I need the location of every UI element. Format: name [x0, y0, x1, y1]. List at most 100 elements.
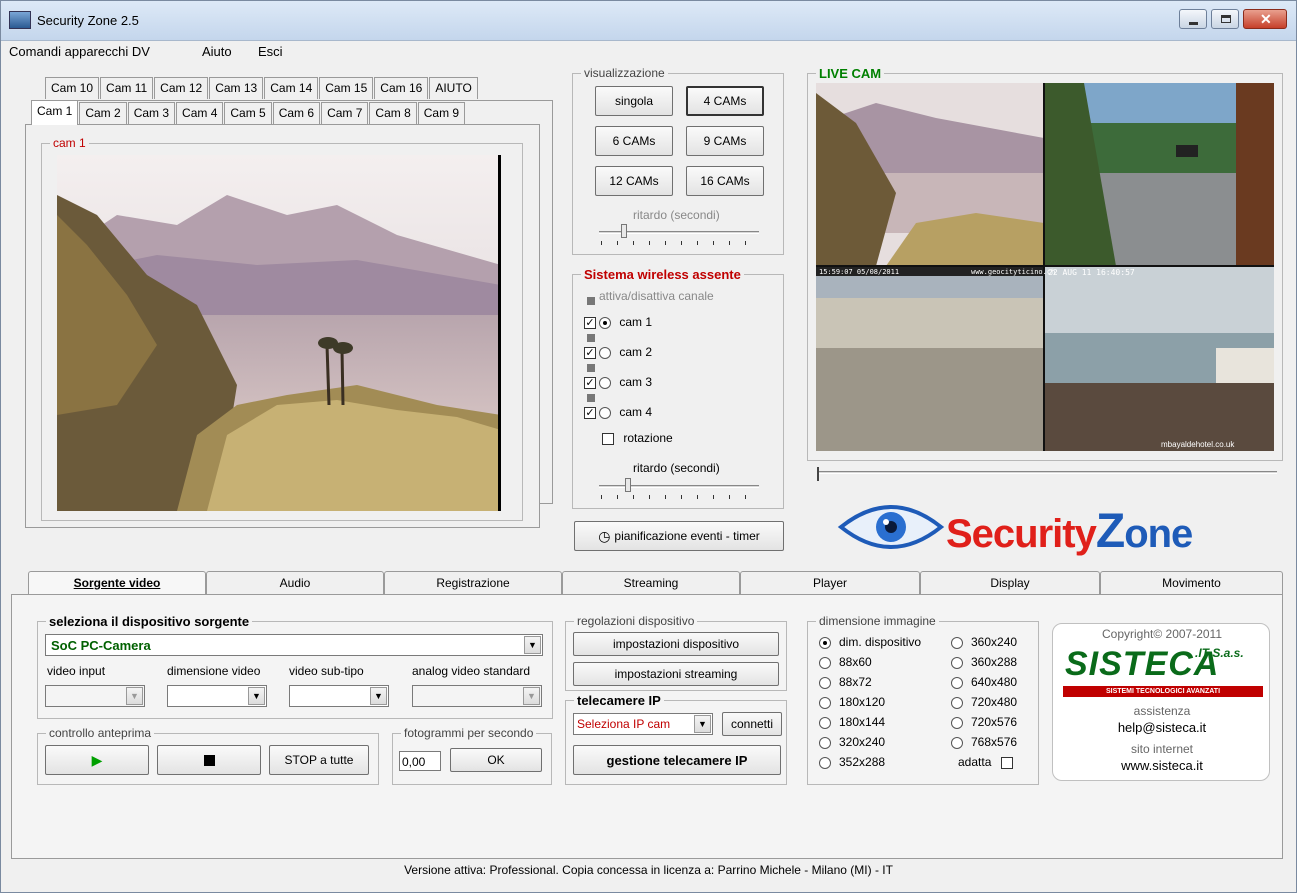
tab-cam-13[interactable]: Cam 13 [209, 77, 264, 99]
size-radio-360x240[interactable] [951, 636, 963, 649]
tab-cam-12[interactable]: Cam 12 [154, 77, 209, 99]
size-option-640x480[interactable]: 640x480 [951, 675, 1017, 689]
cam-1-radio[interactable] [599, 316, 612, 329]
tab-cam-5[interactable]: Cam 5 [224, 102, 272, 124]
cam-4-enable-checkbox[interactable]: ✓ [584, 406, 596, 419]
tab-recording[interactable]: Registrazione [384, 571, 562, 595]
live-cam-grid[interactable]: 15:59:07 05/08/2011 www.geocityticino.ch… [816, 83, 1274, 451]
tab-cam-2[interactable]: Cam 2 [79, 102, 127, 124]
close-button[interactable]: ✕ [1243, 9, 1287, 29]
size-radio-88x60[interactable] [819, 656, 831, 669]
cam-1-enable-checkbox[interactable]: ✓ [584, 316, 596, 329]
menu-help[interactable]: Aiuto [202, 44, 232, 59]
size-option-352x288[interactable]: 352x288 [819, 755, 885, 769]
live-cam-slider[interactable] [817, 471, 1277, 474]
size-option-88x72[interactable]: 88x72 [819, 675, 872, 689]
menu-exit[interactable]: Esci [258, 44, 283, 59]
tab-aiuto[interactable]: AIUTO [429, 77, 478, 99]
manage-ip-cameras-button[interactable]: gestione telecamere IP [573, 745, 781, 775]
play-button[interactable]: ▶ [45, 745, 149, 775]
size-option-320x240[interactable]: 320x240 [819, 735, 885, 749]
size-option-180x120[interactable]: 180x120 [819, 695, 885, 709]
size-radio-768x576[interactable] [951, 736, 963, 749]
size-option-88x60[interactable]: 88x60 [819, 655, 872, 669]
tab-cam-10[interactable]: Cam 10 [45, 77, 100, 99]
rotation-checkbox[interactable] [602, 432, 614, 445]
view-4-cams-button[interactable]: 4 CAMs [686, 86, 764, 116]
fps-input[interactable]: 0,00 [399, 751, 441, 771]
cam-1-video[interactable] [57, 155, 501, 511]
wireless-cam-3[interactable]: ✓ cam 3 [584, 375, 652, 389]
size-option-180x144[interactable]: 180x144 [819, 715, 885, 729]
tab-cam-3[interactable]: Cam 3 [127, 102, 176, 124]
tab-video-source[interactable]: Sorgente video [28, 571, 206, 595]
view-16-cams-button[interactable]: 16 CAMs [686, 166, 764, 196]
menu-dv-commands[interactable]: Comandi apparecchi DV [9, 44, 150, 59]
cam-4-radio[interactable] [599, 406, 612, 419]
size-radio-320x240[interactable] [819, 736, 831, 749]
connect-button[interactable]: connetti [722, 712, 782, 736]
tab-cam-8[interactable]: Cam 8 [369, 102, 417, 124]
ip-cam-select[interactable]: Seleziona IP cam ▼ [573, 713, 713, 735]
size-option-360x288[interactable]: 360x288 [951, 655, 1017, 669]
analog-standard-select[interactable]: ▼ [412, 685, 542, 707]
tab-cam-7[interactable]: Cam 7 [321, 102, 369, 124]
wireless-cam-1[interactable]: ✓ cam 1 [584, 315, 652, 329]
size-radio-720x576[interactable] [951, 716, 963, 729]
wireless-delay-thumb[interactable] [625, 478, 631, 492]
size-radio-88x72[interactable] [819, 676, 831, 689]
tab-cam-9[interactable]: Cam 9 [417, 102, 466, 124]
video-subtype-select[interactable]: ▼ [289, 685, 389, 707]
size-option-768x576[interactable]: 768x576 [951, 735, 1017, 749]
website-link[interactable]: www.sisteca.it [1053, 758, 1271, 773]
tab-cam-15[interactable]: Cam 15 [319, 77, 374, 99]
size-radio-180x120[interactable] [819, 696, 831, 709]
wireless-delay-slider[interactable] [599, 485, 759, 488]
size-radio-180x144[interactable] [819, 716, 831, 729]
chevron-down-icon[interactable]: ▼ [524, 636, 541, 654]
tab-display[interactable]: Display [920, 571, 1100, 595]
maximize-button[interactable] [1211, 9, 1239, 29]
tab-cam-6[interactable]: Cam 6 [272, 102, 321, 124]
device-settings-button[interactable]: impostazioni dispositivo [573, 632, 779, 656]
size-radio-360x288[interactable] [951, 656, 963, 669]
tab-audio[interactable]: Audio [206, 571, 384, 595]
tab-motion[interactable]: Movimento [1100, 571, 1283, 595]
minimize-button[interactable] [1179, 9, 1207, 29]
stop-button[interactable] [157, 745, 261, 775]
title-bar[interactable]: Security Zone 2.5 ✕ [1, 1, 1296, 41]
tab-cam-16[interactable]: Cam 16 [374, 77, 429, 99]
tab-cam-11[interactable]: Cam 11 [100, 77, 154, 99]
support-email-link[interactable]: help@sisteca.it [1053, 720, 1271, 735]
cam-2-radio[interactable] [599, 346, 612, 359]
size-option-720x480[interactable]: 720x480 [951, 695, 1017, 709]
tab-streaming[interactable]: Streaming [562, 571, 740, 595]
tab-cam-1[interactable]: Cam 1 [31, 100, 79, 125]
fps-ok-button[interactable]: OK [450, 748, 542, 772]
tab-cam-4[interactable]: Cam 4 [176, 102, 224, 124]
size-radio-640x480[interactable] [951, 676, 963, 689]
fit-checkbox[interactable] [1000, 756, 1013, 769]
wireless-cam-4[interactable]: ✓ cam 4 [584, 405, 652, 419]
size-option-720x576[interactable]: 720x576 [951, 715, 1017, 729]
view-single-button[interactable]: singola [595, 86, 673, 116]
tab-player[interactable]: Player [740, 571, 920, 595]
scheduler-button[interactable]: ◷ pianificazione eventi - timer [574, 521, 784, 551]
view-delay-thumb[interactable] [621, 224, 627, 238]
view-9-cams-button[interactable]: 9 CAMs [686, 126, 764, 156]
cam-2-enable-checkbox[interactable]: ✓ [584, 346, 596, 359]
size-option-360x240[interactable]: 360x240 [951, 635, 1017, 649]
rotation-option[interactable]: rotazione [602, 431, 673, 445]
size-option-device[interactable]: dim. dispositivo [819, 635, 921, 649]
view-12-cams-button[interactable]: 12 CAMs [595, 166, 673, 196]
video-input-select[interactable]: ▼ [45, 685, 145, 707]
source-device-select[interactable]: SoC PC-Camera ▼ [45, 634, 543, 656]
wireless-cam-2[interactable]: ✓ cam 2 [584, 345, 652, 359]
video-size-select[interactable]: ▼ [167, 685, 267, 707]
size-radio-352x288[interactable] [819, 756, 831, 769]
size-radio-720x480[interactable] [951, 696, 963, 709]
stop-all-button[interactable]: STOP a tutte [269, 745, 369, 775]
live-cam-slider-thumb[interactable] [817, 467, 819, 481]
fit-option[interactable]: adatta [958, 755, 1013, 769]
size-radio-device[interactable] [819, 636, 831, 649]
